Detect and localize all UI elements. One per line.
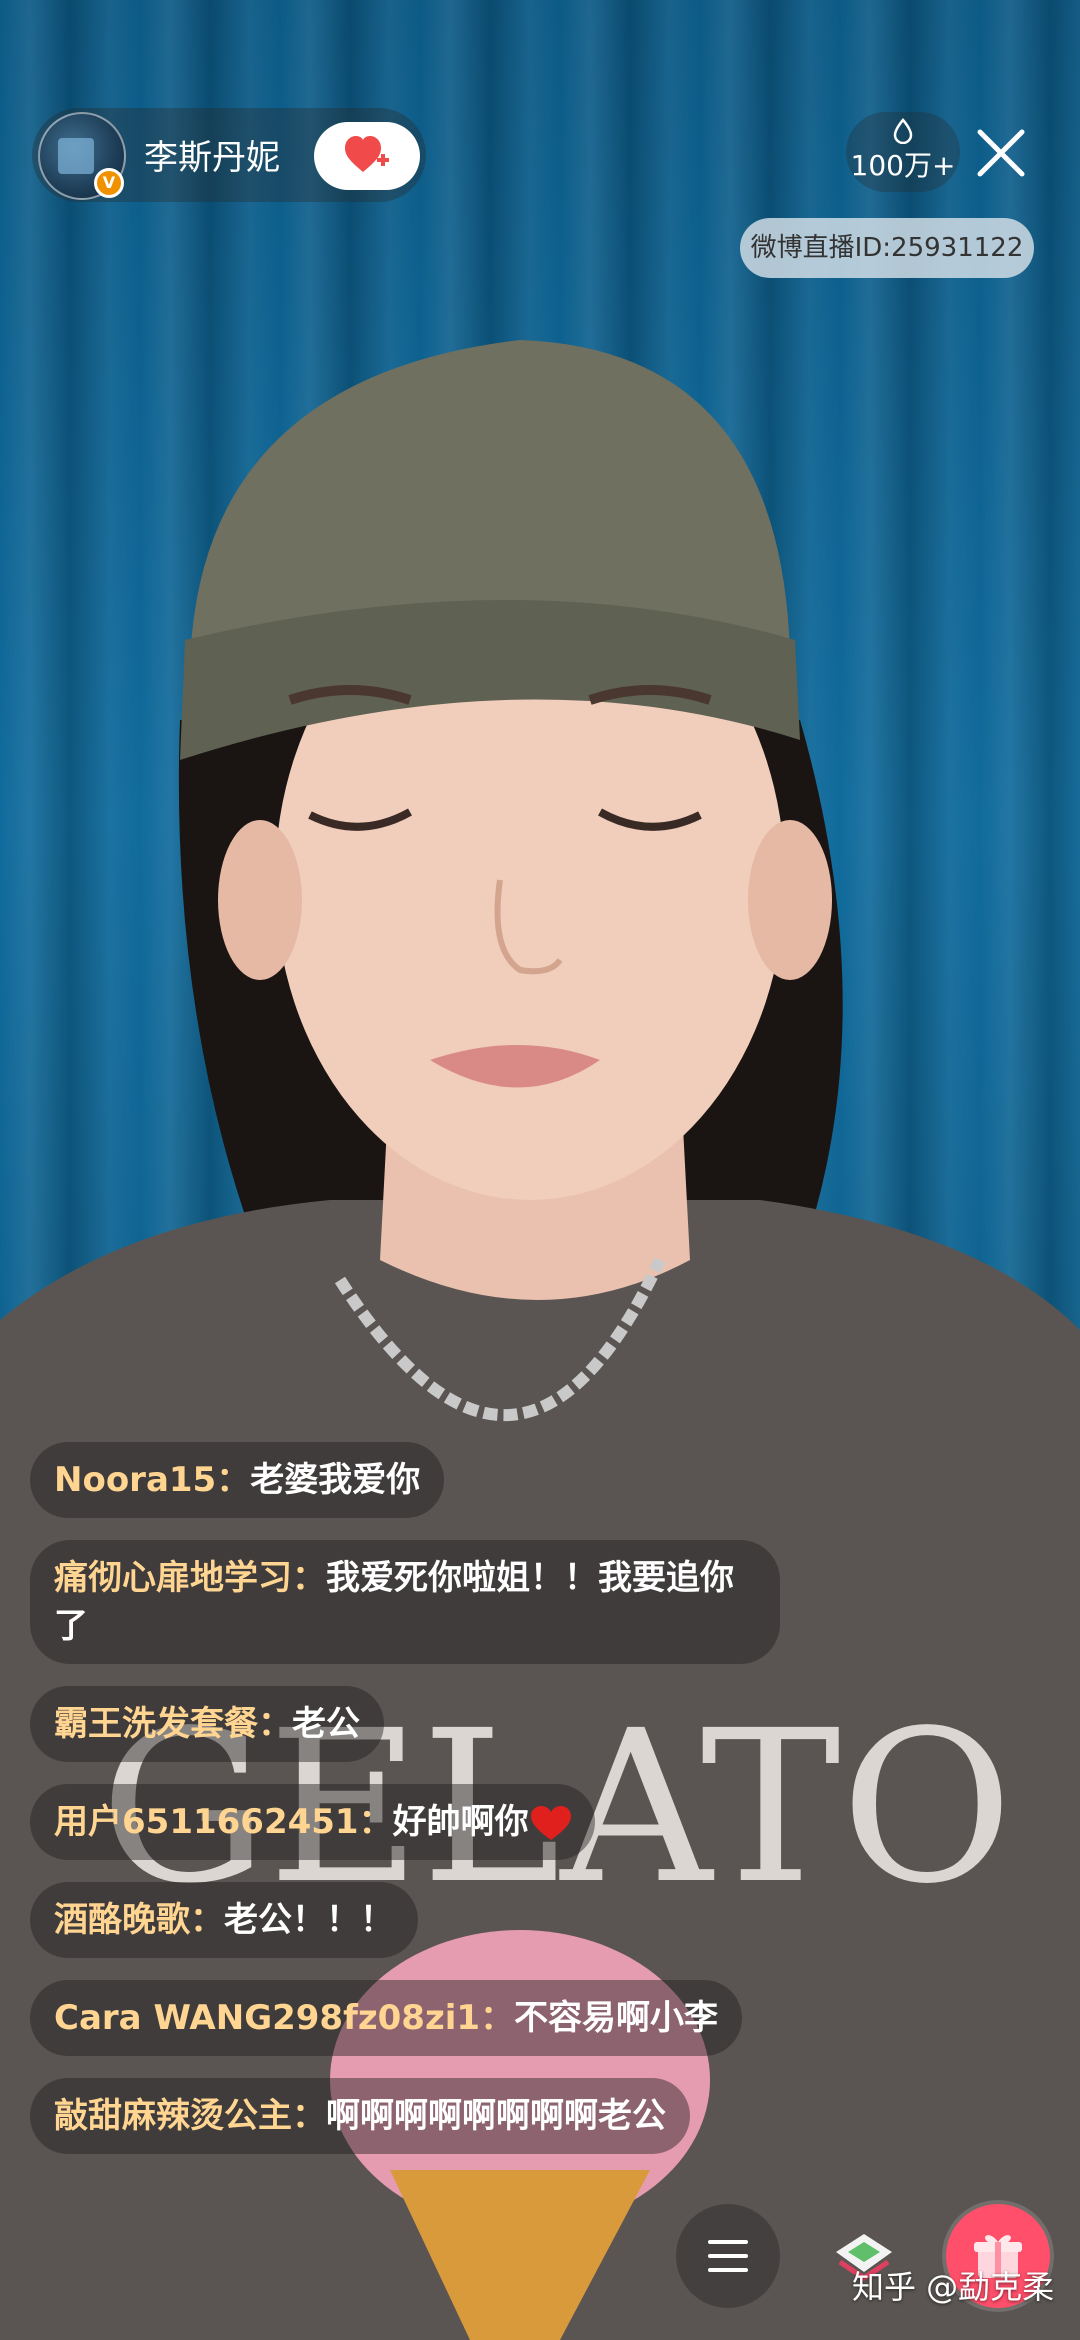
verified-badge: V [94,168,124,198]
comment-user[interactable]: 用户6511662451： [54,1802,393,1842]
heart-icon [530,1805,571,1840]
comment-text: 老公！！！ [224,1900,394,1940]
comment-text: 好帥啊你 [392,1802,529,1842]
comment-text: 老公 [292,1704,360,1744]
drop-icon [893,118,913,144]
heart-plus-icon [345,136,389,172]
comment-item: Noora15：老婆我爱你 [30,1442,445,1518]
comment-item: 敲甜麻辣烫公主：啊啊啊啊啊啊啊啊老公 [30,2078,690,2154]
watermark: 知乎 @勐克柔 [852,2268,1055,2306]
comment-user[interactable]: Noora15： [54,1460,250,1500]
comment-user[interactable]: 敲甜麻辣烫公主： [54,2096,326,2136]
viewer-count-pill[interactable]: 100万+ [846,112,960,192]
comment-item: 酒酪晚歌：老公！！！ [30,1882,418,1958]
room-id-badge: 微博直播ID:25931122 [740,218,1034,278]
comment-user[interactable]: Cara WANG298fz08zi1： [54,1998,514,2038]
comment-text: 不容易啊小李 [514,1998,719,2038]
comment-feed[interactable]: Noora15：老婆我爱你 痛彻心扉地学习：我爱死你啦姐！！我要追你了 霸王洗发… [30,1442,790,2176]
menu-icon [708,2240,748,2272]
comment-user[interactable]: 霸王洗发套餐： [54,1704,292,1744]
menu-button[interactable] [676,2204,780,2308]
comment-user[interactable]: 痛彻心扉地学习： [54,1558,326,1598]
viewer-count: 100万+ [850,149,956,182]
comment-text: 老婆我爱你 [250,1460,421,1500]
comment-item: 痛彻心扉地学习：我爱死你啦姐！！我要追你了 [30,1540,780,1664]
comment-item: Cara WANG298fz08zi1：不容易啊小李 [30,1980,743,2056]
close-button[interactable] [976,128,1026,178]
comment-item: 霸王洗发套餐：老公 [30,1686,384,1762]
comment-text: 啊啊啊啊啊啊啊啊老公 [326,2096,666,2136]
close-icon [977,129,1025,177]
comment-user[interactable]: 酒酪晚歌： [54,1900,224,1940]
comment-item: 用户6511662451：好帥啊你 [30,1784,595,1860]
follow-button[interactable] [314,122,420,190]
host-name[interactable]: 李斯丹妮 [144,130,280,179]
